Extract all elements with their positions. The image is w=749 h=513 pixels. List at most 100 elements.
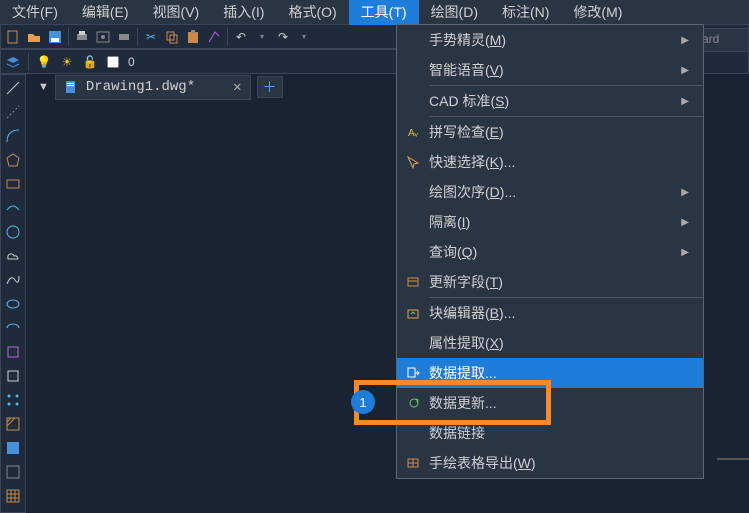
point-icon[interactable]	[4, 391, 22, 409]
spell-icon: Aᵥ	[397, 125, 429, 139]
tab-chevron-icon[interactable]: ▼	[38, 81, 49, 93]
new-icon[interactable]	[3, 27, 23, 47]
menu-标注[interactable]: 标注(N)	[490, 0, 561, 25]
menu-item-手势精灵[interactable]: 手势精灵(M)▶	[397, 25, 703, 55]
hatch-icon[interactable]	[4, 415, 22, 433]
submenu-arrow-icon: ▶	[681, 35, 689, 46]
menu-工具[interactable]: 工具(T)	[349, 0, 419, 25]
paste-icon[interactable]	[183, 27, 203, 47]
region-icon[interactable]	[4, 463, 22, 481]
menu-格式[interactable]: 格式(O)	[276, 0, 348, 25]
svg-text:Aᵥ: Aᵥ	[408, 128, 419, 139]
menu-item-数据更新[interactable]: 数据更新...	[397, 388, 703, 418]
preview-icon[interactable]	[93, 27, 113, 47]
ray-icon[interactable]	[4, 103, 22, 121]
menu-item-label: 数据提取...	[429, 363, 689, 383]
submenu-arrow-icon: ▶	[681, 187, 689, 198]
menu-item-label: 手绘表格导出(W)	[429, 453, 689, 473]
cloud-icon[interactable]	[4, 247, 22, 265]
draw-toolbar	[0, 74, 26, 513]
menu-item-label: 快速选择(K)...	[429, 152, 689, 172]
menu-item-隔离[interactable]: 隔离(I)▶	[397, 207, 703, 237]
menu-item-数据链接[interactable]: 数据链接	[397, 418, 703, 448]
table-icon[interactable]	[4, 487, 22, 505]
open-icon[interactable]	[24, 27, 44, 47]
menu-item-label: 块编辑器(B)...	[429, 303, 689, 323]
menu-item-数据提取[interactable]: 数据提取...	[397, 358, 703, 388]
bulb-icon[interactable]: 💡	[34, 52, 54, 72]
tab-add-button[interactable]: ＋	[257, 76, 283, 98]
menu-item-label: 手势精灵(M)	[429, 30, 681, 50]
menu-item-查询[interactable]: 查询(Q)▶	[397, 237, 703, 267]
sun-icon[interactable]: ☀	[57, 52, 77, 72]
circle-icon[interactable]	[4, 223, 22, 241]
layer-icon[interactable]	[3, 52, 23, 72]
rect-icon[interactable]	[4, 175, 22, 193]
submenu-arrow-icon: ▶	[681, 217, 689, 228]
refresh-icon	[397, 396, 429, 410]
menu-item-label: 绘图次序(D)...	[429, 182, 681, 202]
menu-item-块编辑器[interactable]: 块编辑器(B)...	[397, 298, 703, 328]
save-icon[interactable]	[45, 27, 65, 47]
menu-item-label: 属性提取(X)	[429, 333, 689, 353]
gradient-icon[interactable]	[4, 439, 22, 457]
submenu-arrow-icon: ▶	[681, 96, 689, 107]
color-swatch-icon[interactable]	[103, 52, 123, 72]
menubar: 文件(F)编辑(E)视图(V)插入(I)格式(O)工具(T)绘图(D)标注(N)…	[0, 0, 749, 24]
right-line	[717, 458, 749, 460]
spline-icon[interactable]	[4, 271, 22, 289]
arc-icon[interactable]	[4, 127, 22, 145]
block-icon[interactable]	[4, 343, 22, 361]
menu-视图[interactable]: 视图(V)	[141, 0, 212, 25]
extract-icon	[397, 366, 429, 380]
menu-item-label: 数据链接	[429, 423, 689, 443]
ellipse-icon[interactable]	[4, 295, 22, 313]
menu-item-label: 查询(Q)	[429, 242, 681, 262]
polygon-icon[interactable]	[4, 151, 22, 169]
document-tab[interactable]: Drawing1.dwg* ✕	[55, 75, 251, 100]
print-icon[interactable]	[72, 27, 92, 47]
menu-item-快速选择[interactable]: 快速选择(K)...	[397, 147, 703, 177]
block2-icon[interactable]	[4, 367, 22, 385]
menu-item-属性提取[interactable]: 属性提取(X)	[397, 328, 703, 358]
layer-name: 0	[128, 55, 135, 69]
field-icon	[397, 275, 429, 289]
tab-close-icon[interactable]: ✕	[233, 79, 241, 96]
redo-dropdown-icon[interactable]: ▾	[294, 27, 314, 47]
menu-item-label: 隔离(I)	[429, 212, 681, 232]
menu-item-手绘表格导出[interactable]: 手绘表格导出(W)	[397, 448, 703, 478]
menu-item-拼写检查[interactable]: Aᵥ 拼写检查(E)	[397, 117, 703, 147]
right-fragment: ard	[697, 28, 749, 52]
menu-文件[interactable]: 文件(F)	[0, 0, 70, 25]
ellipse-arc-icon[interactable]	[4, 319, 22, 337]
menu-编辑[interactable]: 编辑(E)	[70, 0, 141, 25]
tab-filename: Drawing1.dwg*	[86, 79, 195, 95]
lock-icon[interactable]: 🔓	[80, 52, 100, 72]
menu-item-label: 拼写检查(E)	[429, 122, 689, 142]
undo-dropdown-icon[interactable]: ▾	[252, 27, 272, 47]
menu-item-label: 更新字段(T)	[429, 272, 689, 292]
menu-item-绘图次序[interactable]: 绘图次序(D)...▶	[397, 177, 703, 207]
step-badge: 1	[351, 390, 375, 414]
menu-插入[interactable]: 插入(I)	[211, 0, 276, 25]
match-icon[interactable]	[204, 27, 224, 47]
menu-item-更新字段[interactable]: 更新字段(T)	[397, 267, 703, 297]
arc2-icon[interactable]	[4, 199, 22, 217]
qselect-icon	[397, 155, 429, 169]
menu-item-CAD 标准[interactable]: CAD 标准(S)▶	[397, 86, 703, 116]
menu-item-智能语音[interactable]: 智能语音(V)▶	[397, 55, 703, 85]
publish-icon[interactable]	[114, 27, 134, 47]
copy-icon[interactable]	[162, 27, 182, 47]
menu-item-label: 数据更新...	[429, 393, 689, 413]
line-icon[interactable]	[4, 79, 22, 97]
undo-icon[interactable]: ↶	[231, 27, 251, 47]
block-icon	[397, 306, 429, 320]
file-icon	[64, 80, 78, 94]
menu-绘图[interactable]: 绘图(D)	[419, 0, 490, 25]
submenu-arrow-icon: ▶	[681, 65, 689, 76]
menu-修改[interactable]: 修改(M)	[561, 0, 634, 25]
menu-item-label: 智能语音(V)	[429, 60, 681, 80]
table-icon	[397, 456, 429, 470]
redo-icon[interactable]: ↷	[273, 27, 293, 47]
cut-icon[interactable]: ✂	[141, 27, 161, 47]
